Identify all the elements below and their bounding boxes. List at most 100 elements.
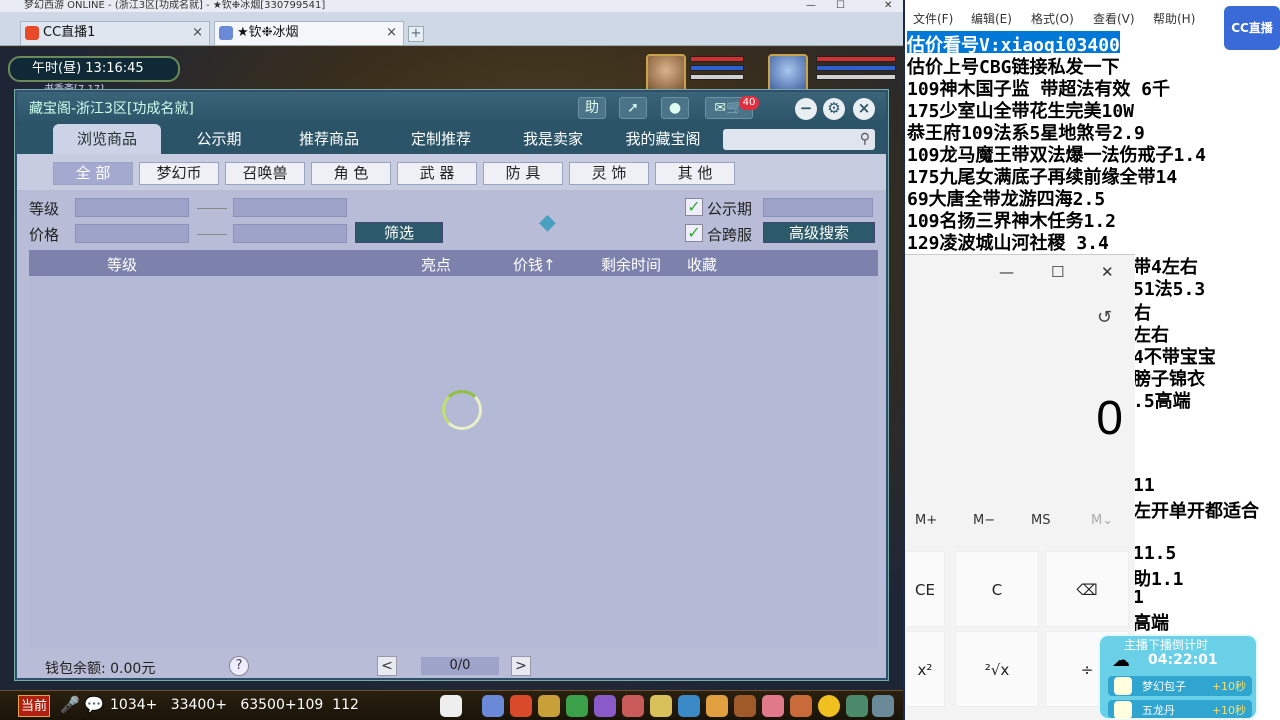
category-armor[interactable]: 防 具 — [483, 162, 563, 185]
category-accessories[interactable]: 灵 饰 — [569, 162, 649, 185]
chat-icon[interactable]: 💬 — [84, 695, 104, 714]
memory-add-button[interactable]: M+ — [915, 513, 937, 528]
public-period-checkbox[interactable]: ✓ — [685, 198, 703, 216]
level-max-input[interactable] — [233, 198, 347, 217]
maximize-button[interactable]: ☐ — [836, 0, 845, 12]
category-other[interactable]: 其 他 — [655, 162, 735, 185]
calc-maximize-button[interactable]: ☐ — [1051, 263, 1064, 281]
search-input[interactable]: ⚲ — [723, 129, 875, 150]
calc-minimize-button[interactable]: — — [999, 263, 1014, 281]
prev-page-button[interactable]: < — [377, 656, 397, 676]
menu-view[interactable]: 查看(V) — [1093, 10, 1135, 27]
backspace-button[interactable]: ⌫ — [1045, 551, 1129, 627]
bag-icon[interactable] — [510, 695, 532, 717]
close-window-button[interactable]: ✕ — [884, 0, 892, 12]
clear-entry-button[interactable]: CE — [905, 551, 945, 627]
share-icon[interactable]: ➚ — [619, 97, 647, 119]
help-button[interactable]: 助 — [578, 97, 606, 119]
tab-game-character[interactable]: ★钦❉冰烟 × — [214, 21, 404, 45]
current-channel-button[interactable]: 当前 — [18, 695, 50, 717]
cloud-icon: ☁ — [1112, 650, 1130, 671]
team-icon[interactable] — [566, 695, 588, 717]
search-icon[interactable]: ⚲ — [860, 131, 870, 147]
game-clock: 午时(昼) 13:16:45 — [8, 56, 180, 82]
public-period-select[interactable] — [763, 198, 873, 217]
peach-icon[interactable] — [762, 695, 784, 717]
dialog-header: 藏宝阁-浙江3区[功成名就] 助 ➚ ● ✉🛒 40 − ⚙ × — [17, 92, 886, 124]
square-button[interactable]: x² — [905, 631, 945, 707]
category-pets[interactable]: 召唤兽 — [225, 162, 305, 185]
price-min-input[interactable] — [75, 224, 189, 243]
gift-row[interactable]: 五龙丹 +10秒 — [1108, 700, 1252, 719]
gift-icon[interactable] — [538, 695, 560, 717]
minimize-button[interactable]: — — [806, 0, 816, 12]
calc-close-button[interactable]: ✕ — [1101, 263, 1114, 281]
results-table-header: 等级 亮点 价钱↑ 剩余时间 收藏 — [29, 250, 878, 276]
settings-icon[interactable] — [846, 695, 868, 717]
tab-public-period[interactable]: 公示期 — [165, 124, 273, 154]
friend-icon[interactable] — [622, 695, 644, 717]
category-all[interactable]: 全 部 — [53, 162, 133, 185]
tab-browse[interactable]: 浏览商品 — [53, 124, 161, 154]
record-icon[interactable]: ● — [661, 97, 689, 119]
text-fragment: .5高端 — [1133, 391, 1191, 409]
settings-icon[interactable]: ⚙ — [823, 98, 845, 120]
wallet-balance: 钱包余额: 0.00元 — [45, 661, 156, 677]
history-icon[interactable]: ↺ — [1097, 307, 1112, 328]
category-coins[interactable]: 梦幻币 — [139, 162, 219, 185]
tab-recommended[interactable]: 推荐商品 — [275, 124, 383, 154]
cross-server-checkbox[interactable]: ✓ — [685, 224, 703, 242]
col-level[interactable]: 等级 — [107, 254, 137, 275]
tab-close-icon[interactable]: × — [386, 22, 397, 44]
results-table-body — [29, 276, 878, 648]
gift-bonus: +10秒 — [1211, 704, 1246, 717]
tab-cc-live[interactable]: CC直播1 × — [20, 21, 210, 45]
smiley-icon[interactable] — [818, 695, 840, 717]
text-fragment: 51法5.3 — [1133, 279, 1206, 297]
col-time-left[interactable]: 剩余时间 — [601, 254, 661, 275]
tab-my-pavilion[interactable]: 我的藏宝阁 — [609, 124, 717, 154]
pet-avatar[interactable] — [646, 54, 686, 94]
main-nav: 浏览商品 公示期 推荐商品 定制推荐 我是卖家 我的藏宝阁 ⚲ — [17, 124, 886, 154]
price-max-input[interactable] — [233, 224, 347, 243]
microphone-icon[interactable]: 🎤 — [60, 695, 80, 714]
level-min-input[interactable] — [75, 198, 189, 217]
filter-button[interactable]: 筛选 — [355, 222, 443, 243]
category-characters[interactable]: 角 色 — [311, 162, 391, 185]
menu-help[interactable]: 帮助(H) — [1153, 10, 1195, 27]
menu-format[interactable]: 格式(O) — [1031, 10, 1074, 27]
clear-button[interactable]: C — [955, 551, 1039, 627]
memory-list-button[interactable]: M⌄ — [1091, 513, 1113, 528]
system-icon[interactable] — [872, 695, 894, 717]
sqrt-button[interactable]: ²√x — [955, 631, 1039, 707]
advanced-search-button[interactable]: 高级搜索 — [763, 222, 875, 243]
cross-server-label: 合跨服 — [707, 226, 753, 244]
close-icon[interactable]: × — [853, 98, 875, 120]
scroll-icon[interactable] — [650, 695, 672, 717]
menu-file[interactable]: 文件(F) — [913, 10, 953, 27]
tab-seller[interactable]: 我是卖家 — [499, 124, 607, 154]
memory-store-button[interactable]: MS — [1031, 513, 1050, 528]
player-avatar[interactable] — [768, 54, 808, 94]
next-page-button[interactable]: > — [511, 656, 531, 676]
skill-icon[interactable] — [482, 695, 504, 717]
menu-edit[interactable]: 编辑(E) — [971, 10, 1012, 27]
chest-icon[interactable] — [734, 695, 756, 717]
col-price[interactable]: 价钱↑ — [513, 254, 556, 275]
minimize-icon[interactable]: − — [795, 98, 817, 120]
category-weapons[interactable]: 武 器 — [397, 162, 477, 185]
mail-icon[interactable] — [790, 695, 812, 717]
guild-icon[interactable] — [678, 695, 700, 717]
quest-icon[interactable] — [594, 695, 616, 717]
add-tab-button[interactable]: + — [408, 26, 424, 42]
help-icon[interactable]: ? — [229, 656, 249, 676]
memory-subtract-button[interactable]: M− — [973, 513, 995, 528]
gift-row[interactable]: 梦幻包子 +10秒 — [1108, 676, 1252, 696]
pet-shortcut-icon[interactable] — [440, 695, 462, 717]
text-fragment: 11 — [1133, 475, 1155, 496]
text-fragment: 膀子锦衣 — [1133, 369, 1205, 387]
tab-close-icon[interactable]: × — [192, 22, 203, 44]
book-icon[interactable] — [706, 695, 728, 717]
tab-custom-recommend[interactable]: 定制推荐 — [387, 124, 495, 154]
gift-item-icon — [1114, 677, 1132, 695]
